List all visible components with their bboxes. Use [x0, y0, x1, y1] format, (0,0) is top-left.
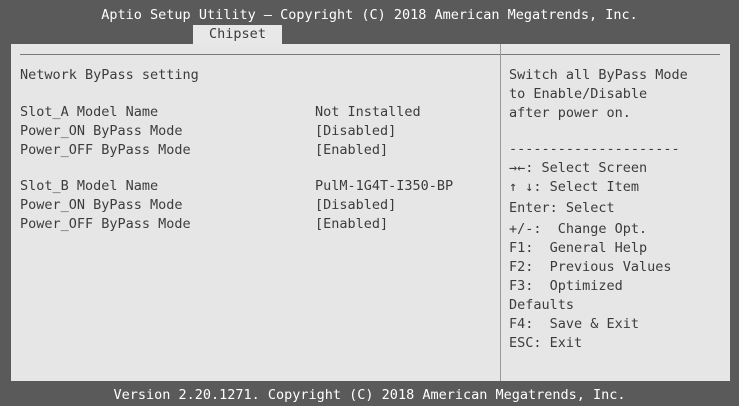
help-key-f2: F2: Previous Values	[509, 259, 672, 275]
help-description-line: Switch all ByPass Mode	[509, 67, 688, 83]
help-key-f1: F1: General Help	[509, 240, 648, 256]
slot-b-power-on-value[interactable]: [Disabled]	[315, 197, 396, 213]
help-key-change-opt: +/-: Change Opt.	[509, 221, 648, 237]
help-separator: ---------------------	[509, 141, 680, 157]
slot-b-power-on-label[interactable]: Power_ON ByPass Mode	[20, 197, 183, 213]
slot-a-model-value: Not Installed	[315, 104, 421, 120]
footer-bar: Version 2.20.1271. Copyright (C) 2018 Am…	[0, 381, 739, 406]
help-description-line: to Enable/Disable	[509, 86, 648, 102]
slot-a-power-on-value[interactable]: [Disabled]	[315, 123, 396, 139]
slot-b-model-value: PulM-1G4T-I350-BP	[315, 178, 454, 194]
header-bar: Aptio Setup Utility – Copyright (C) 2018…	[0, 0, 739, 44]
left-top-rule	[20, 54, 501, 55]
slot-b-power-off-label[interactable]: Power_OFF ByPass Mode	[20, 216, 191, 232]
help-key-select-screen: →←: Select Screen	[509, 160, 648, 176]
slot-b-power-off-value[interactable]: [Enabled]	[315, 216, 388, 232]
version-text: Version 2.20.1271. Copyright (C) 2018 Am…	[113, 387, 626, 403]
help-key-f4: F4: Save & Exit	[509, 316, 640, 332]
help-description-line: after power on.	[509, 105, 631, 121]
help-key-select-item: ↑ ↓: Select Item	[509, 179, 640, 195]
slot-b-model-label: Slot_B Model Name	[20, 178, 159, 194]
slot-a-power-off-value[interactable]: [Enabled]	[315, 142, 388, 158]
section-title: Network ByPass setting	[20, 67, 199, 83]
help-key-f3: F3: Optimized	[509, 278, 623, 294]
tab-chipset[interactable]: Chipset	[193, 25, 282, 44]
app-title: Aptio Setup Utility – Copyright (C) 2018…	[101, 7, 638, 23]
slot-a-power-on-label[interactable]: Power_ON ByPass Mode	[20, 123, 183, 139]
main-panel: Network ByPass setting Slot_A Model Name…	[11, 44, 730, 381]
help-key-enter: Enter: Select	[509, 200, 615, 216]
help-key-f3-cont: Defaults	[509, 297, 575, 313]
help-key-esc: ESC: Exit	[509, 335, 583, 351]
panel-divider	[500, 44, 501, 381]
right-top-rule	[500, 54, 720, 55]
slot-a-model-label: Slot_A Model Name	[20, 104, 159, 120]
slot-a-power-off-label[interactable]: Power_OFF ByPass Mode	[20, 142, 191, 158]
